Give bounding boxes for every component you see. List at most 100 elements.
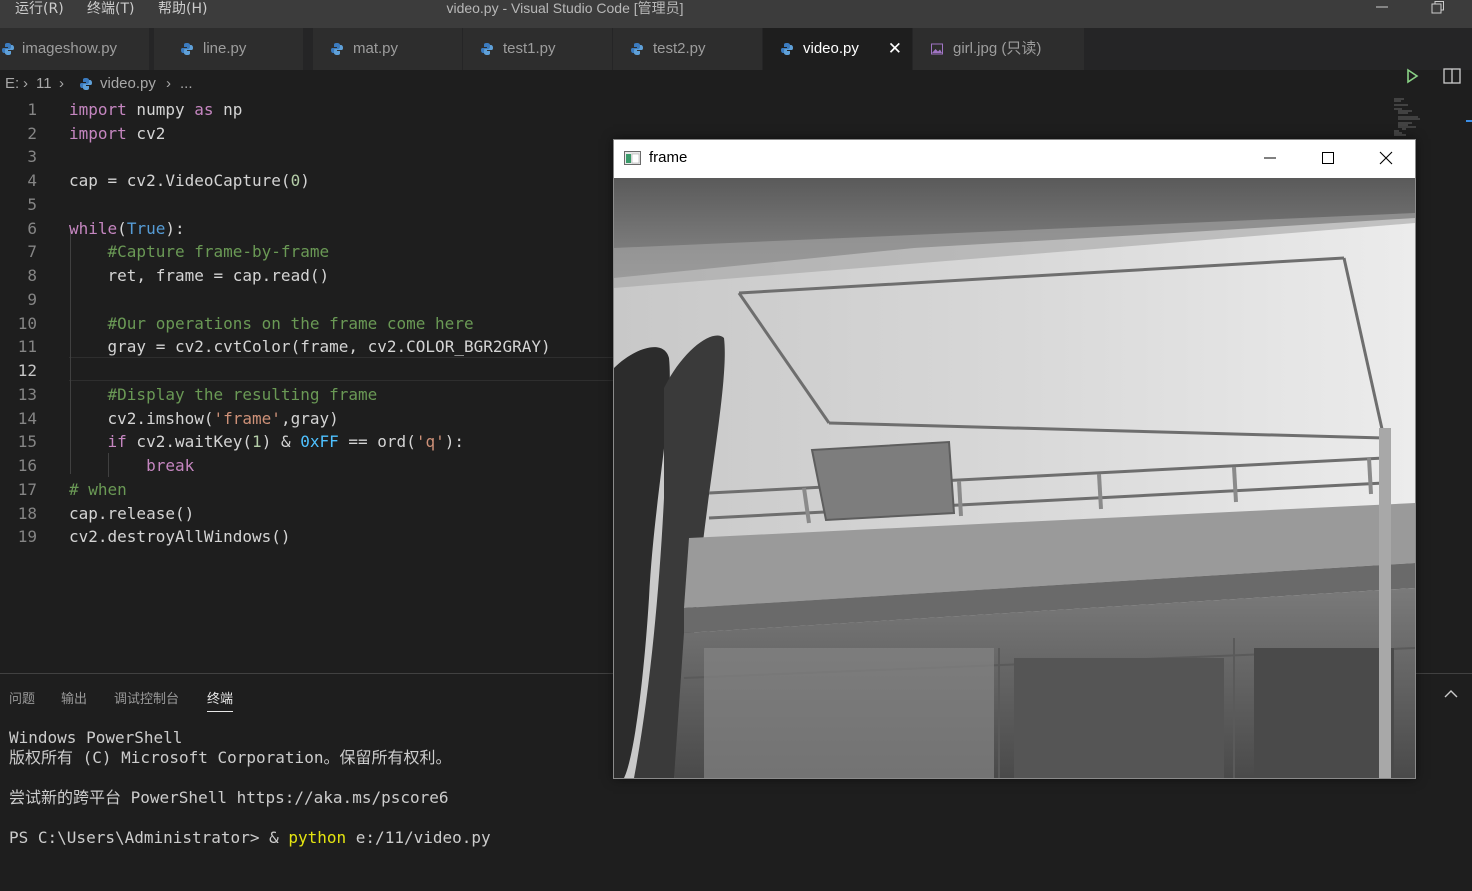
code-line[interactable]: cap.release()	[69, 502, 194, 526]
tab-video[interactable]: video.py ✕	[763, 28, 913, 70]
code-token: cap.	[69, 504, 108, 523]
tab-line[interactable]: line.py	[154, 28, 304, 70]
restore-icon	[1431, 1, 1444, 14]
code-line[interactable]: cap = cv2.VideoCapture(0)	[69, 169, 310, 193]
close-icon[interactable]: ✕	[888, 28, 902, 70]
code-token: cv2.	[69, 409, 147, 428]
line-number: 5	[27, 195, 37, 214]
split-editor-icon[interactable]	[1443, 67, 1461, 85]
code-token: 1	[252, 432, 262, 451]
code-line[interactable]: while(True):	[69, 217, 185, 241]
code-line[interactable]: cv2.destroyAllWindows()	[69, 525, 291, 549]
panel-tab-terminal[interactable]: 终端	[207, 688, 234, 712]
tab-label: girl.jpg (只读)	[953, 40, 1042, 57]
current-line-highlight	[69, 357, 629, 381]
code-token: cvtColor	[213, 337, 291, 356]
line-number: 10	[17, 314, 37, 333]
code-token: ) &	[261, 432, 301, 451]
code-line[interactable]: #Capture frame-by-frame	[69, 240, 330, 264]
line-number: 13	[17, 385, 37, 404]
code-token: ,gray)	[280, 409, 339, 428]
minimize-icon	[1264, 157, 1276, 159]
code-token: as	[194, 100, 214, 119]
code-line[interactable]: gray = cv2.cvtColor(frame, cv2.COLOR_BGR…	[69, 335, 551, 359]
minimize-button[interactable]	[1362, 0, 1402, 20]
code-token: read	[271, 266, 310, 285]
python-file-icon	[781, 43, 793, 55]
python-file-icon	[481, 43, 493, 55]
code-token: break	[146, 456, 195, 475]
close-icon	[1379, 151, 1393, 165]
breadcrumb-more[interactable]: ...	[180, 70, 193, 98]
maximize-icon	[1322, 152, 1334, 164]
line-number: 19	[17, 527, 37, 546]
line-number: 7	[27, 242, 37, 261]
frame-close-button[interactable]	[1357, 140, 1415, 176]
python-file-icon	[2, 43, 14, 55]
code-line[interactable]: ret, frame = cap.read()	[69, 264, 330, 288]
line-number: 6	[27, 219, 37, 238]
python-file-icon	[331, 43, 343, 55]
tab-test2[interactable]: test2.py	[613, 28, 763, 70]
code-token: ()	[271, 527, 291, 546]
chevron-up-icon[interactable]	[1442, 686, 1460, 702]
tab-label: line.py	[203, 40, 247, 57]
breadcrumb-drive[interactable]: E:	[5, 70, 19, 98]
code-line[interactable]: #Our operations on the frame come here	[69, 312, 474, 336]
tab-test1[interactable]: test1.py	[463, 28, 613, 70]
run-icon[interactable]	[1404, 68, 1420, 84]
line-number: 17	[17, 480, 37, 499]
code-token: destroyAllWindows	[107, 527, 272, 546]
code-token: ):	[165, 219, 185, 238]
code-token: (frame, cv2.COLOR_BGR2GRAY)	[290, 337, 551, 356]
tab-girl-jpg[interactable]: girl.jpg (只读)	[913, 28, 1085, 70]
window-app-icon	[624, 151, 641, 165]
minimap[interactable]	[1390, 98, 1450, 138]
code-token: import	[69, 100, 127, 119]
restore-button[interactable]	[1418, 0, 1458, 20]
terminal-command: python	[288, 828, 347, 847]
code-token: ord	[377, 432, 407, 451]
code-token: cv2.	[69, 527, 108, 546]
frame-window[interactable]: frame	[613, 139, 1416, 779]
breadcrumb-file[interactable]: video.py	[100, 70, 156, 98]
code-line[interactable]: #Display the resulting frame	[69, 383, 378, 407]
code-token: waitKey	[174, 432, 243, 451]
terminal-line: 尝试新的跨平台 PowerShell https://aka.ms/pscore…	[9, 788, 449, 807]
code-token: release	[107, 504, 175, 523]
code-token: )	[300, 171, 310, 190]
line-number: 16	[17, 456, 37, 475]
panel-tab-output[interactable]: 输出	[61, 688, 87, 712]
code-token: (	[117, 219, 127, 238]
code-line[interactable]: if cv2.waitKey(1) & 0xFF == ord('q'):	[69, 430, 464, 454]
code-line[interactable]: break	[69, 454, 194, 478]
tab-imageshow[interactable]: imageshow.py	[0, 28, 150, 70]
breadcrumb-folder[interactable]: 11	[36, 70, 52, 98]
frame-maximize-button[interactable]	[1299, 140, 1357, 176]
tab-label: mat.py	[353, 40, 399, 57]
scrollbar-cursor-marker	[1466, 120, 1472, 122]
code-token: imshow	[146, 409, 204, 428]
terminal-prompt-line[interactable]: PS C:\Users\Administrator> & python e:/1…	[9, 827, 491, 849]
terminal-prompt: PS C:\Users\Administrator> &	[9, 828, 289, 847]
code-token: cap = cv2.	[69, 171, 166, 190]
code-token: cv2	[126, 124, 166, 143]
code-line[interactable]: # when	[69, 478, 127, 502]
line-number: 15	[17, 432, 37, 451]
code-line[interactable]: cv2.imshow('frame',gray)	[69, 407, 339, 431]
code-token: np	[213, 100, 243, 119]
code-line[interactable]: import cv2	[69, 122, 165, 146]
panel-tab-debug-console[interactable]: 调试控制台	[114, 688, 179, 712]
tab-mat[interactable]: mat.py	[313, 28, 463, 70]
panel-tab-problems[interactable]: 问题	[9, 688, 35, 712]
chevron-right-icon: ›	[23, 75, 28, 92]
frame-minimize-button[interactable]	[1241, 140, 1299, 176]
chevron-right-icon: ›	[59, 75, 64, 92]
line-number: 11	[17, 337, 37, 356]
code-token: ()	[309, 266, 330, 285]
code-line[interactable]: import numpy as np	[69, 98, 242, 122]
code-token: 0	[290, 171, 301, 190]
code-token: import	[69, 124, 127, 143]
